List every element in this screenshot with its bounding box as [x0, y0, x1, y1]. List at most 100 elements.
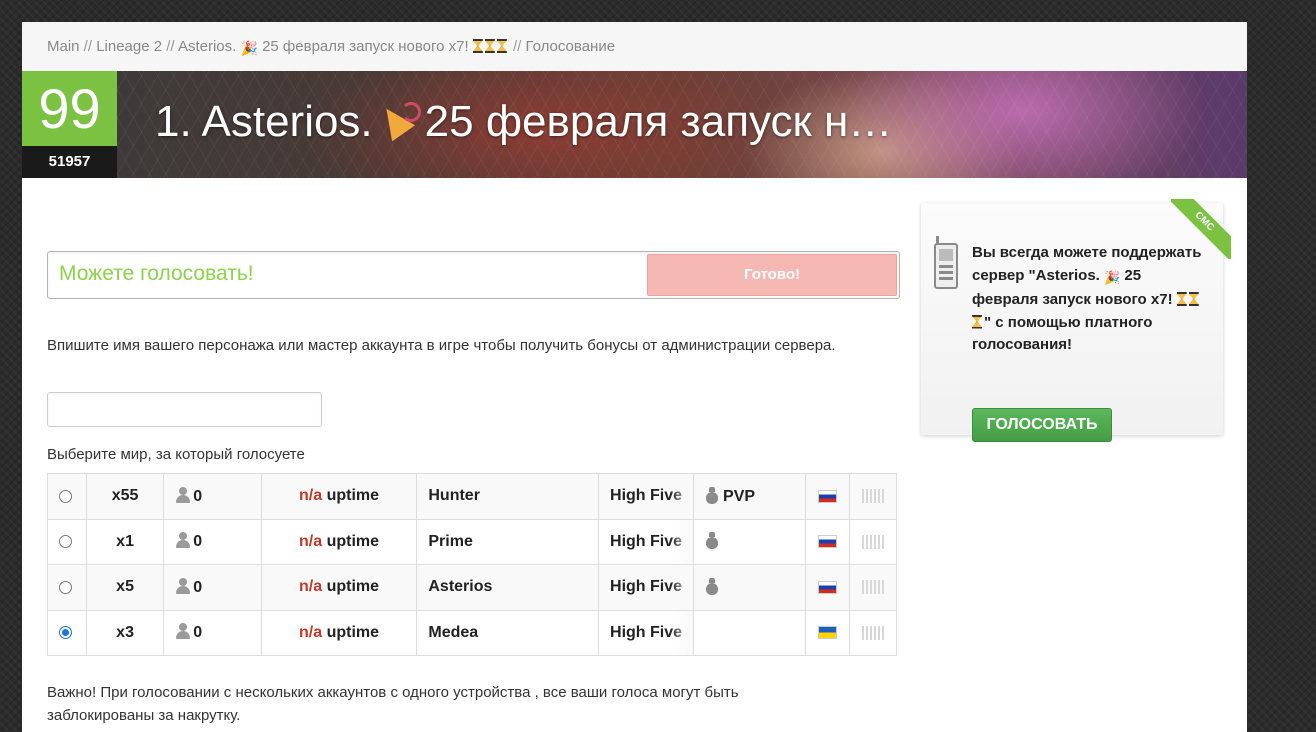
world-flag-cell — [805, 609, 850, 656]
breadcrumb: Main // Lineage 2 // Asterios. 🎉 25 февр… — [22, 22, 1247, 71]
character-name-input[interactable] — [47, 392, 322, 427]
person-icon — [175, 486, 191, 503]
world-flag-cell — [805, 473, 850, 520]
flag-ru-icon — [818, 580, 838, 594]
breadcrumb-separator: // — [162, 38, 178, 55]
party-popper-icon: 🎉 — [1104, 269, 1121, 285]
world-rate: x55 — [85, 473, 165, 520]
world-name: Hunter — [416, 473, 600, 520]
person-icon — [175, 623, 191, 640]
world-uptime-label: uptime — [326, 578, 380, 596]
hourglass-icon — [1188, 292, 1199, 306]
world-chronicle: High Five — [598, 564, 695, 611]
money-bag-icon — [705, 577, 719, 595]
world-online-cell: 0 — [163, 564, 263, 611]
breadcrumb-server[interactable]: Asterios. 🎉 25 февраля запуск нового x7! — [177, 38, 509, 56]
world-uptime-cell: n/a uptime — [261, 473, 418, 520]
world-type-cell — [693, 609, 807, 656]
person-icon — [175, 577, 191, 594]
world-uptime-cell: n/a uptime — [261, 564, 418, 611]
rank-score: 99 — [22, 71, 117, 146]
world-online-cell: 0 — [163, 473, 263, 520]
breadcrumb-main[interactable]: Main — [47, 38, 80, 55]
character-name-hint: Впишите имя вашего персонажа или мастер … — [47, 337, 836, 354]
page-container: Main // Lineage 2 // Asterios. 🎉 25 февр… — [22, 22, 1247, 732]
party-popper-icon: 🎉 — [240, 40, 258, 56]
person-icon — [175, 532, 191, 549]
world-chronicle: High Five — [598, 518, 695, 565]
rank-votes: 51957 — [22, 146, 117, 178]
world-name: Asterios — [416, 564, 600, 611]
done-button[interactable]: Готово! — [647, 254, 897, 296]
hourglass-icon — [472, 39, 483, 53]
world-online: 0 — [193, 533, 203, 551]
world-uptime-label: uptime — [326, 487, 380, 505]
world-chronicle: High Five — [598, 473, 695, 520]
breadcrumb-game[interactable]: Lineage 2 — [96, 38, 162, 55]
rank-box: 99 51957 — [22, 71, 117, 178]
world-radio[interactable] — [59, 535, 72, 549]
world-online-cell: 0 — [163, 518, 263, 565]
world-type-cell — [693, 564, 807, 611]
world-row[interactable]: x3 0 n/a uptime Medea High Five — [47, 609, 897, 656]
signal-bars-icon — [862, 580, 884, 595]
flag-ru-icon — [818, 489, 838, 503]
flag-ua-icon — [818, 626, 838, 640]
server-banner: 99 51957 1. Asterios. 25 февраля запуск н… — [22, 71, 1247, 178]
world-online: 0 — [193, 487, 203, 505]
world-uptime-cell: n/a uptime — [261, 609, 418, 656]
world-radio[interactable] — [59, 580, 72, 594]
hourglass-icon — [496, 39, 507, 53]
world-name: Medea — [416, 609, 600, 656]
breadcrumb-separator: // — [508, 38, 526, 55]
world-name: Prime — [416, 518, 600, 565]
party-popper-icon — [379, 100, 421, 140]
world-type: PVP — [723, 487, 756, 505]
phone-icon — [934, 243, 958, 289]
world-status-cell — [849, 609, 897, 656]
world-online: 0 — [193, 578, 203, 596]
hourglass-icon — [484, 39, 495, 53]
breadcrumb-separator: // — [79, 38, 97, 55]
world-uptime-status: n/a — [299, 578, 323, 596]
world-rate: x1 — [85, 518, 165, 565]
world-status-cell — [849, 518, 897, 565]
world-flag-cell — [805, 518, 850, 565]
world-row[interactable]: x55 0 n/a uptime Hunter High Five PVP — [47, 473, 897, 520]
multi-account-warning: Важно! При голосовании с нескольких акка… — [47, 684, 739, 724]
sms-card-text-3: " с помощью платного голосования! — [972, 313, 1153, 354]
world-select-label: Выберите мир, за который голосуете — [47, 446, 305, 463]
world-chronicle: High Five — [598, 609, 695, 656]
flag-ru-icon — [818, 535, 838, 549]
world-row[interactable]: x1 0 n/a uptime Prime High Five — [47, 518, 897, 565]
breadcrumb-current: Голосование — [525, 38, 616, 55]
world-radio-cell[interactable] — [47, 609, 87, 656]
world-uptime-label: uptime — [326, 532, 380, 550]
world-status-cell — [849, 473, 897, 520]
vote-status-text: Можете голосовать! — [59, 262, 254, 285]
world-radio-cell[interactable] — [47, 518, 87, 565]
world-radio[interactable] — [59, 489, 72, 503]
money-bag-icon — [705, 486, 719, 504]
sms-vote-card: СМС Вы всегда можете поддержать сервер "… — [921, 199, 1231, 442]
banner-title: 1. Asterios. 25 февраля запуск н… — [155, 97, 892, 147]
sms-card-text: Вы всегда можете поддержать сервер "Aste… — [972, 242, 1207, 357]
paid-vote-button[interactable]: ГОЛОСОВАТЬ — [972, 408, 1112, 442]
hourglass-icon — [1176, 292, 1187, 306]
world-radio-cell[interactable] — [47, 564, 87, 611]
money-bag-icon — [705, 532, 719, 550]
world-radio-cell[interactable] — [47, 473, 87, 520]
world-row[interactable]: x5 0 n/a uptime Asterios High Five — [47, 564, 897, 611]
world-rate: x5 — [85, 564, 165, 611]
breadcrumb-server-prefix: Asterios. — [177, 38, 241, 55]
world-type-cell: PVP — [693, 473, 807, 520]
world-online: 0 — [193, 624, 203, 642]
banner-title-suffix: 25 февраля запуск н… — [424, 97, 893, 146]
world-uptime-label: uptime — [326, 623, 380, 641]
world-online-cell: 0 — [163, 609, 263, 656]
world-radio[interactable] — [59, 626, 72, 640]
world-type-cell — [693, 518, 807, 565]
world-uptime-status: n/a — [299, 487, 323, 505]
signal-bars-icon — [862, 625, 884, 640]
world-rate: x3 — [85, 609, 165, 656]
